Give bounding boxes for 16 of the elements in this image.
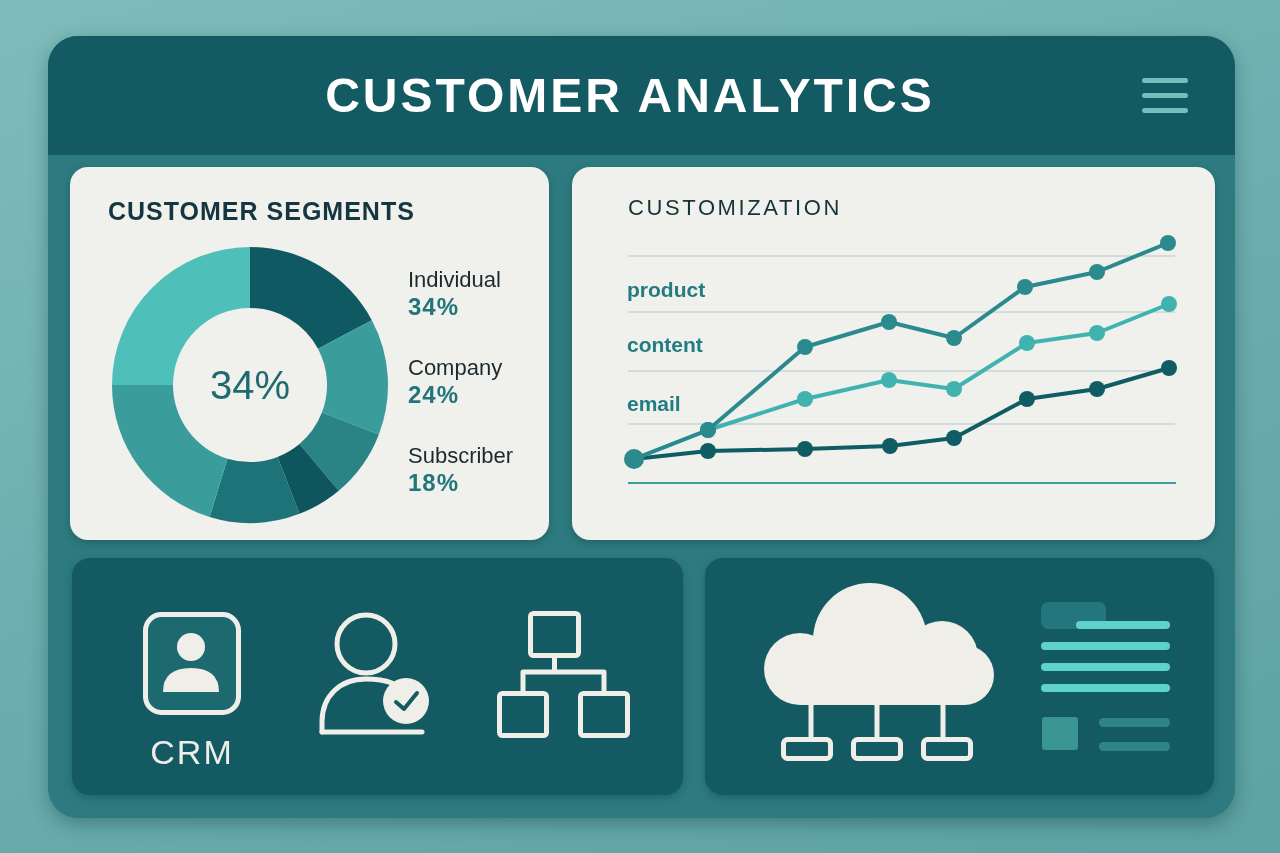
dashboard-title: CUSTOMER ANALYTICS (324, 68, 936, 123)
legend-label: Company (408, 355, 504, 381)
hierarchy-icon (496, 610, 632, 740)
user-check-icon (318, 612, 432, 737)
legend-value: 34% (408, 293, 461, 321)
legend-value: 24% (408, 381, 461, 409)
text-list-icon (1041, 602, 1171, 752)
legend-label: Individual (408, 267, 502, 293)
legend-value: 18% (408, 469, 461, 497)
cloud-network-icon (764, 583, 996, 763)
contact-card-icon (143, 612, 241, 715)
crm-label: CRM (150, 732, 234, 772)
card-title: CUSTOMER SEGMENTS (108, 196, 416, 226)
menu-icon[interactable] (1142, 78, 1188, 113)
legend-label: Subscriber (408, 443, 514, 469)
card-title: CUSTOMIZATION (628, 195, 843, 221)
